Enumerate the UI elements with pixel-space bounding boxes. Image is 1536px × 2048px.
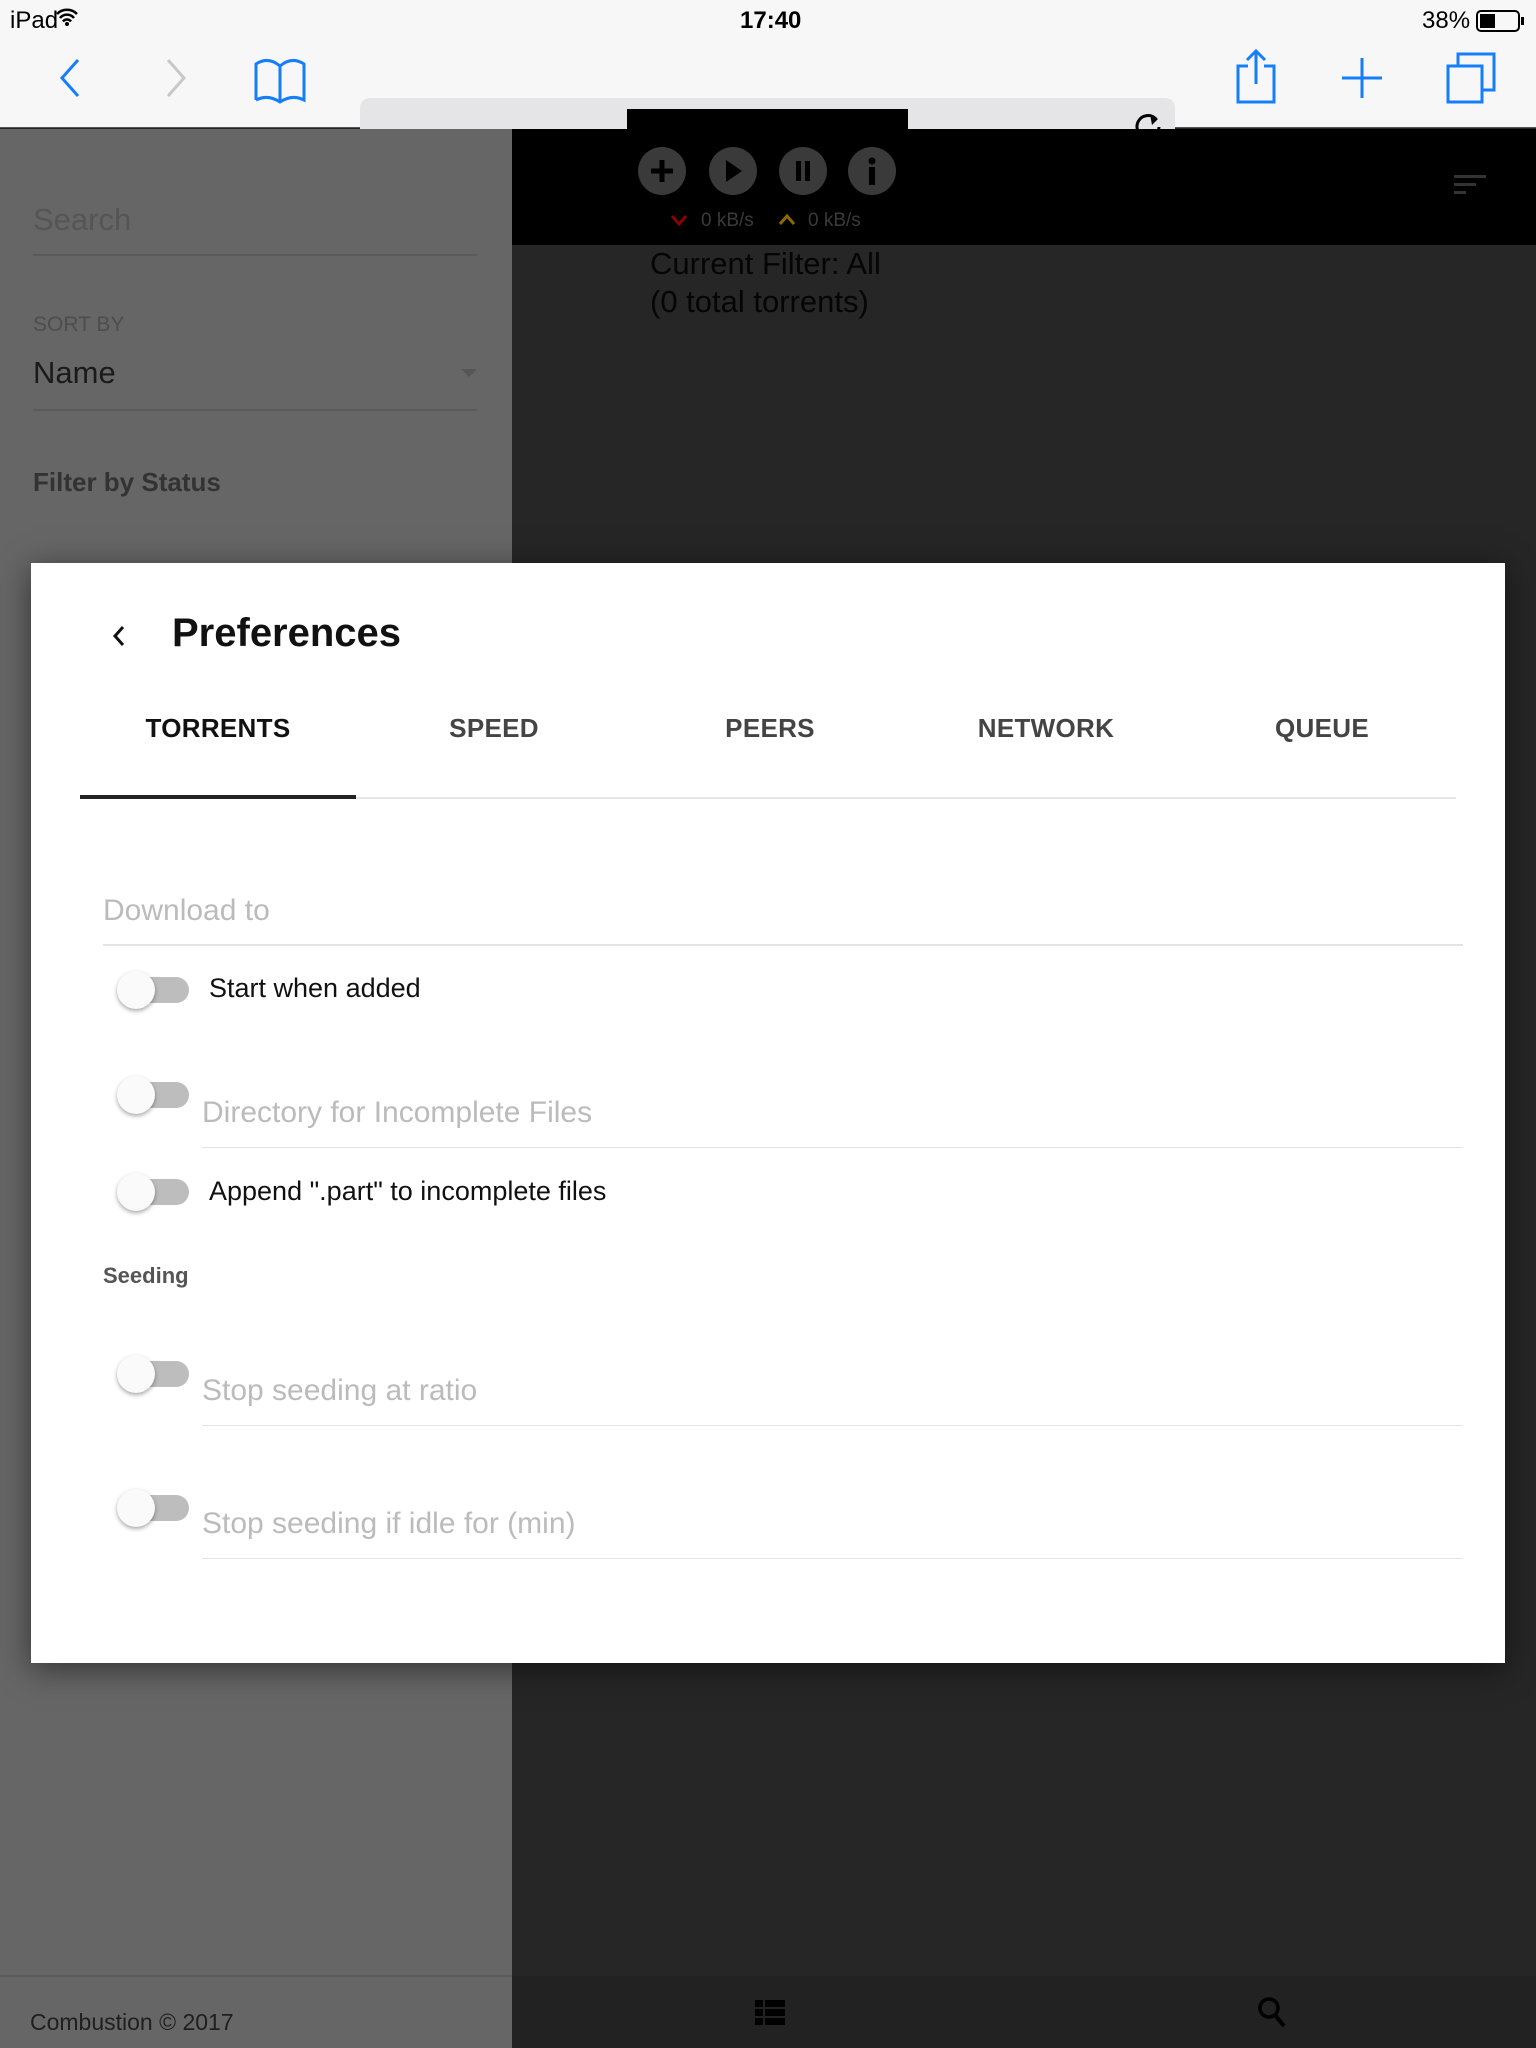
current-filter: Current Filter: All (0 total torrents) — [512, 245, 1536, 321]
browser-toolbar — [0, 48, 1536, 155]
filter-heading: Filter by Status — [33, 467, 221, 497]
upload-speed: 0 kB/s — [808, 210, 861, 231]
start-when-added-label: Start when added — [209, 973, 421, 1003]
share-icon[interactable] — [1234, 48, 1278, 104]
stop-idle-toggle[interactable] — [117, 1489, 189, 1527]
info-button[interactable] — [848, 147, 896, 195]
download-speed: 0 kB/s — [701, 210, 754, 231]
status-bar: iPad 17:40 38% — [0, 0, 1536, 48]
sort-by-label: SORT BY — [33, 313, 125, 336]
plus-icon — [651, 160, 673, 182]
start-button[interactable] — [709, 147, 757, 195]
tabs-icon[interactable] — [1446, 52, 1498, 104]
download-to-input[interactable]: Download to — [103, 894, 270, 928]
incomplete-dir-toggle[interactable] — [117, 1076, 189, 1114]
input-underline — [202, 1425, 1463, 1426]
upload-arrow-icon — [778, 213, 796, 225]
battery-icon — [1476, 10, 1524, 32]
chevron-down-icon — [461, 369, 477, 385]
tab-torrents[interactable]: TORRENTS — [80, 713, 356, 744]
sort-menu-icon[interactable] — [1454, 173, 1488, 197]
sort-value: Name — [33, 355, 116, 390]
stop-ratio-input[interactable]: Stop seeding at ratio — [202, 1374, 477, 1408]
stop-ratio-toggle[interactable] — [117, 1355, 189, 1393]
tab-network[interactable]: NETWORK — [908, 713, 1184, 744]
bookmarks-icon[interactable] — [252, 56, 308, 104]
append-part-toggle[interactable] — [117, 1173, 189, 1211]
tab-peers[interactable]: PEERS — [632, 713, 908, 744]
new-tab-icon[interactable] — [1340, 56, 1384, 100]
wifi-icon — [56, 8, 78, 26]
input-underline — [202, 1147, 1463, 1148]
list-view-icon[interactable] — [755, 2000, 785, 2026]
forward-icon[interactable] — [162, 58, 190, 98]
battery-percent: 38% — [1422, 7, 1471, 34]
search-input[interactable]: Search — [33, 202, 477, 256]
main-header: 0 kB/s 0 kB/s — [512, 129, 1536, 245]
incomplete-dir-input[interactable]: Directory for Incomplete Files — [202, 1096, 592, 1130]
device-name: iPad — [10, 7, 59, 34]
tab-queue[interactable]: QUEUE — [1184, 713, 1460, 744]
seeding-heading: Seeding — [103, 1263, 189, 1288]
back-icon[interactable] — [56, 58, 84, 98]
pause-button[interactable] — [779, 147, 827, 195]
start-when-added-toggle[interactable] — [117, 971, 189, 1009]
preferences-dialog: Preferences TORRENTS SPEED PEERS NETWORK… — [31, 563, 1505, 1663]
tab-speed[interactable]: SPEED — [356, 713, 632, 744]
bottom-nav — [512, 1976, 1536, 2048]
back-chevron-icon[interactable] — [111, 623, 127, 649]
torrent-count: (0 total torrents) — [650, 284, 869, 319]
download-arrow-icon — [670, 215, 688, 227]
clock: 17:40 — [740, 7, 802, 34]
stop-idle-input[interactable]: Stop seeding if idle for (min) — [202, 1507, 576, 1541]
search-icon[interactable] — [1257, 1996, 1289, 2030]
divider — [0, 1975, 512, 1977]
dialog-title: Preferences — [172, 611, 402, 655]
sort-select[interactable]: Name — [33, 355, 477, 411]
filter-label: Current Filter: All — [650, 246, 881, 281]
input-underline — [202, 1558, 1463, 1559]
pause-icon — [796, 161, 810, 181]
footer-copyright: Combustion © 2017 — [30, 2009, 234, 2035]
info-icon — [868, 157, 876, 185]
append-part-label: Append ".part" to incomplete files — [209, 1176, 607, 1206]
input-underline — [103, 944, 1463, 946]
add-torrent-button[interactable] — [638, 147, 686, 195]
play-icon — [726, 160, 742, 182]
active-tab-indicator — [80, 795, 356, 799]
